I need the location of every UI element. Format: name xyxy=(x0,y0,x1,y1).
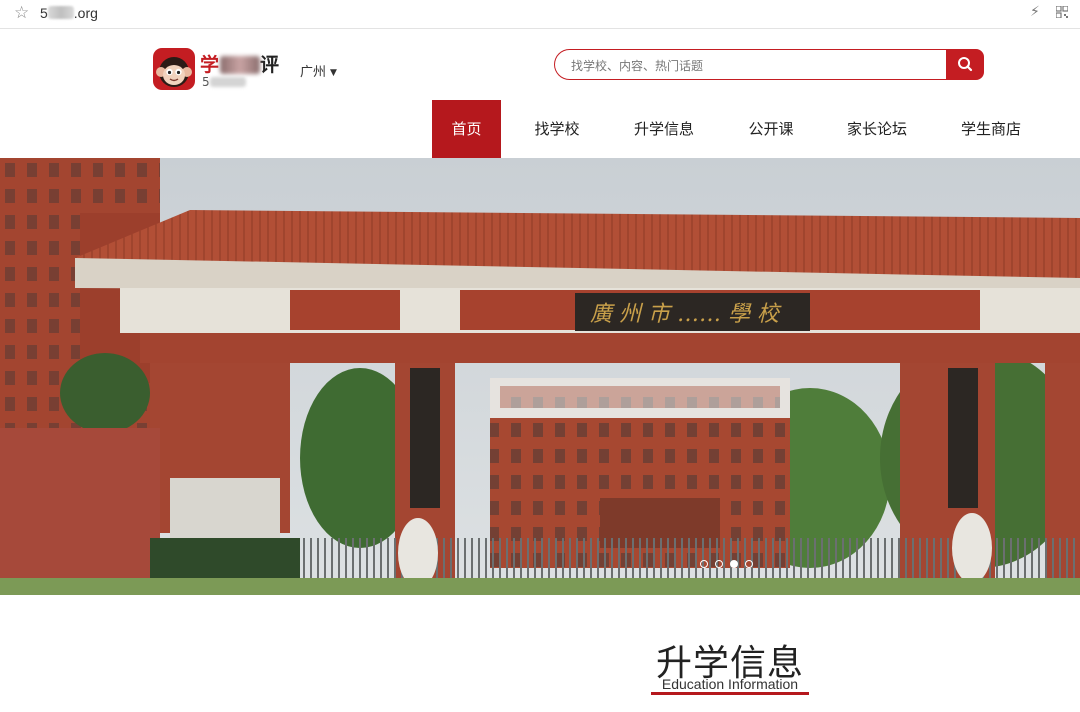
nav-item-home[interactable]: 首页 xyxy=(432,100,501,158)
url-text[interactable]: 5 .org xyxy=(40,5,98,21)
section-underline xyxy=(651,692,809,695)
carousel-dot-1[interactable] xyxy=(700,560,708,568)
main-nav: 首页 找学校 升学信息 公开课 家长论坛 学生商店 xyxy=(0,100,1080,158)
city-label: 广州 xyxy=(300,65,327,80)
brand-subtitle-text: 5 xyxy=(202,75,210,89)
svg-text:廣 州 市 …… 學 校: 廣 州 市 …… 學 校 xyxy=(590,302,782,327)
carousel-dot-4[interactable] xyxy=(745,560,753,568)
site-header: 学评 5 广州 ▼ xyxy=(0,29,1080,101)
search-input[interactable] xyxy=(569,55,933,77)
banner-carousel[interactable]: 廣 州 市 …… 學 校 xyxy=(0,158,1080,595)
brand-last-char: 评 xyxy=(260,54,281,76)
star-icon[interactable]: ☆ xyxy=(14,3,29,23)
carousel-dot-2[interactable] xyxy=(715,560,723,568)
qr-code-icon[interactable] xyxy=(1056,6,1068,18)
search-button[interactable] xyxy=(946,49,984,80)
url-blurred-part xyxy=(47,6,74,19)
nav-item-open-class[interactable]: 公开课 xyxy=(736,100,806,158)
search-box xyxy=(554,49,946,80)
browser-address-bar: ☆ 5 .org ⚡ xyxy=(0,0,1080,29)
section-subtitle: Education Information xyxy=(661,676,799,692)
nav-item-admission-info[interactable]: 升学信息 xyxy=(622,100,706,158)
nav-item-student-store[interactable]: 学生商店 xyxy=(949,100,1033,158)
caret-down-icon: ▼ xyxy=(330,68,337,78)
url-suffix: .org xyxy=(73,5,98,21)
brand-first-char: 学 xyxy=(200,54,221,76)
lightning-icon[interactable]: ⚡ xyxy=(1030,4,1040,20)
nav-item-parent-forum[interactable]: 家长论坛 xyxy=(835,100,919,158)
school-gate-photo: 廣 州 市 …… 學 校 xyxy=(0,158,1080,595)
brand-subtitle: 5 xyxy=(202,75,246,89)
search-icon xyxy=(958,57,973,72)
brand-blurred xyxy=(220,56,261,74)
brand-name[interactable]: 学评 xyxy=(200,50,280,77)
brand-subtitle-blurred xyxy=(209,77,246,87)
url-prefix: 5 xyxy=(40,5,48,21)
nav-item-find-school[interactable]: 找学校 xyxy=(522,100,592,158)
monkey-logo-icon[interactable] xyxy=(153,48,195,90)
carousel-dot-3[interactable] xyxy=(730,560,738,568)
city-selector[interactable]: 广州 ▼ xyxy=(300,61,337,80)
